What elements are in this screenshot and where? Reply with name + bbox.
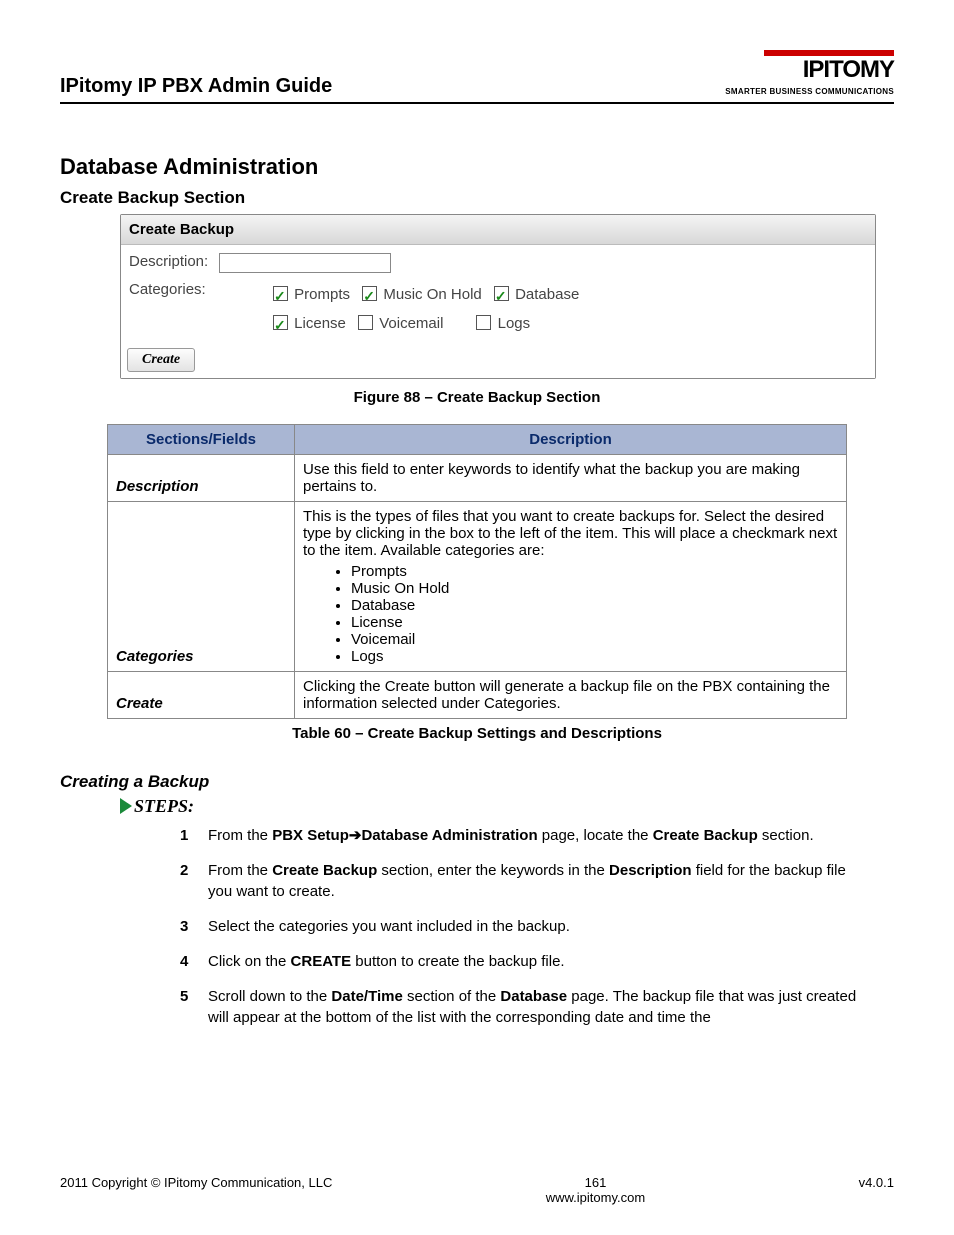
create-backup-panel: Create Backup Description: Categories: P…	[120, 214, 876, 379]
subsection-title: Create Backup Section	[60, 188, 894, 208]
cat-label: Voicemail	[379, 315, 443, 332]
th-sections: Sections/Fields	[108, 425, 295, 455]
desc-intro: This is the types of files that you want…	[303, 508, 837, 559]
create-button[interactable]: Create	[127, 348, 195, 372]
list-item: Database	[351, 597, 838, 614]
spec-table: Sections/Fields Description Description …	[107, 424, 847, 719]
step-item: Scroll down to the Date/Time section of …	[180, 986, 874, 1042]
categories-label: Categories:	[129, 281, 219, 298]
list-item: Music On Hold	[351, 580, 838, 597]
steps-list: From the PBX Setup➔Database Administrati…	[60, 825, 894, 1042]
doc-header-title: IPitomy IP PBX Admin Guide	[60, 75, 332, 98]
steps-arrow-icon	[120, 798, 132, 814]
th-description: Description	[295, 425, 847, 455]
logo: IPITOMY SMARTER BUSINESS COMMUNICATIONS	[725, 50, 894, 98]
step-item: Click on the CREATE button to create the…	[180, 951, 874, 986]
checkbox-database[interactable]	[494, 286, 509, 301]
cat-label: Database	[515, 286, 579, 303]
section-title: Database Administration	[60, 154, 894, 180]
figure-caption: Figure 88 – Create Backup Section	[60, 389, 894, 406]
steps-label: STEPS:	[134, 796, 194, 816]
list-item: Voicemail	[351, 631, 838, 648]
list-item: Logs	[351, 648, 838, 665]
footer-url: www.ipitomy.com	[332, 1190, 858, 1205]
row-desc: Clicking the Create button will generate…	[295, 672, 847, 719]
cat-label: Music On Hold	[383, 286, 481, 303]
table-caption: Table 60 – Create Backup Settings and De…	[60, 725, 894, 742]
row-field: Categories	[108, 502, 295, 672]
cat-label: Prompts	[294, 286, 350, 303]
cat-label: License	[294, 315, 346, 332]
list-item: Prompts	[351, 563, 838, 580]
row-desc: Use this field to enter keywords to iden…	[295, 455, 847, 502]
logo-tagline: SMARTER BUSINESS COMMUNICATIONS	[725, 87, 894, 96]
logo-text: IPITOMY	[803, 58, 894, 82]
cat-label: Logs	[498, 315, 531, 332]
footer-page-number: 161	[332, 1175, 858, 1190]
footer-left: 2011 Copyright © IPitomy Communication, …	[60, 1175, 332, 1190]
step-item: Select the categories you want included …	[180, 916, 874, 951]
checkbox-logs[interactable]	[476, 315, 491, 330]
description-input[interactable]	[219, 253, 391, 273]
list-item: License	[351, 614, 838, 631]
page-footer: 2011 Copyright © IPitomy Communication, …	[60, 1175, 894, 1205]
checkbox-voicemail[interactable]	[358, 315, 373, 330]
step-item: From the PBX Setup➔Database Administrati…	[180, 825, 874, 860]
footer-right: v4.0.1	[859, 1175, 894, 1190]
procedure-title: Creating a Backup	[60, 772, 894, 792]
row-desc: This is the types of files that you want…	[295, 502, 847, 672]
row-field: Description	[108, 455, 295, 502]
description-label: Description:	[129, 253, 219, 270]
step-item: From the Create Backup section, enter th…	[180, 860, 874, 916]
checkbox-license[interactable]	[273, 315, 288, 330]
panel-title: Create Backup	[121, 215, 875, 245]
row-field: Create	[108, 672, 295, 719]
checkbox-music-on-hold[interactable]	[362, 286, 377, 301]
checkbox-prompts[interactable]	[273, 286, 288, 301]
